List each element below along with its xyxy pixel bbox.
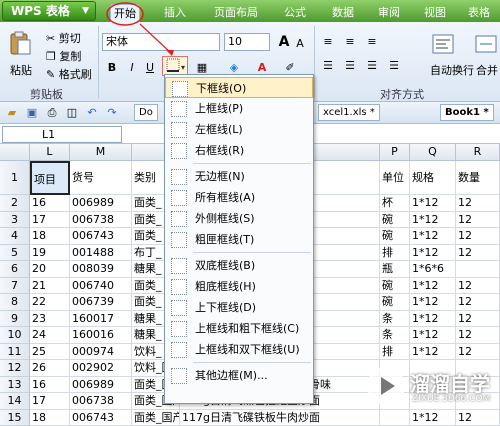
border-menu-item[interactable]: 右框线(R) bbox=[165, 140, 313, 161]
border-menu-item[interactable]: 双底框线(B) bbox=[165, 255, 313, 276]
all-borders-icon bbox=[171, 190, 187, 206]
bottom-border-icon bbox=[172, 81, 188, 97]
border-menu-item[interactable]: 粗底框线(H) bbox=[165, 276, 313, 297]
watermark: 溜溜自学 ZIXUE.3D66.COM bbox=[366, 362, 498, 412]
top-double-bottom-border-icon bbox=[171, 342, 187, 358]
border-menu-item-label: 右框线(R) bbox=[195, 144, 244, 157]
outside-borders-icon bbox=[171, 211, 187, 227]
border-menu-item[interactable]: 下框线(O) bbox=[165, 77, 313, 98]
play-logo-icon bbox=[366, 366, 406, 406]
top-thick-bottom-border-icon bbox=[171, 321, 187, 337]
thick-bottom-border-icon bbox=[171, 279, 187, 295]
right-border-icon bbox=[171, 143, 187, 159]
border-menu-item-label: 粗底框线(H) bbox=[195, 280, 256, 293]
border-menu-item[interactable]: 其他边框(M)... bbox=[165, 365, 313, 386]
border-menu-item-label: 无边框(N) bbox=[195, 170, 245, 183]
watermark-title: 溜溜自学 bbox=[410, 368, 490, 397]
border-menu-item[interactable]: 所有框线(A) bbox=[165, 187, 313, 208]
border-menu-item-label: 上框线和双下框线(U) bbox=[195, 343, 300, 356]
border-menu-item[interactable]: 无边框(N) bbox=[165, 166, 313, 187]
thick-box-border-icon bbox=[171, 232, 187, 248]
border-menu-item[interactable]: 外侧框线(S) bbox=[165, 208, 313, 229]
menu-separator bbox=[193, 163, 311, 164]
border-menu-item[interactable]: 上框线和双下框线(U) bbox=[165, 339, 313, 360]
border-menu-item-label: 双底框线(B) bbox=[195, 259, 255, 272]
border-menu-item-label: 外侧框线(S) bbox=[195, 212, 255, 225]
border-menu-item-label: 粗匣框线(T) bbox=[195, 233, 254, 246]
left-border-icon bbox=[171, 122, 187, 138]
border-menu-item-label: 左框线(L) bbox=[195, 123, 243, 136]
more-borders-icon bbox=[171, 368, 187, 384]
border-menu-item-label: 上下框线(D) bbox=[195, 301, 256, 314]
border-menu-item-label: 下框线(O) bbox=[196, 82, 246, 95]
border-menu-item[interactable]: 左框线(L) bbox=[165, 119, 313, 140]
watermark-url: ZIXUE.3D66.COM bbox=[412, 394, 490, 404]
border-menu-item[interactable]: 上框线(P) bbox=[165, 98, 313, 119]
border-menu-item-label: 上框线(P) bbox=[195, 102, 243, 115]
border-menu-item[interactable]: 上下框线(D) bbox=[165, 297, 313, 318]
border-menu-item[interactable]: 上框线和粗下框线(C) bbox=[165, 318, 313, 339]
border-dropdown-menu: 下框线(O) 上框线(P) 左框线(L) 右框线(R) 无边框(N) 所有框线(A) 外侧框… bbox=[164, 74, 314, 404]
double-bottom-border-icon bbox=[171, 258, 187, 274]
border-menu-item-label: 所有框线(A) bbox=[195, 191, 255, 204]
menu-separator bbox=[193, 362, 311, 363]
border-menu-item-label: 上框线和粗下框线(C) bbox=[195, 322, 299, 335]
border-menu-item[interactable]: 粗匣框线(T) bbox=[165, 229, 313, 250]
border-menu-item-label: 其他边框(M)... bbox=[195, 369, 268, 382]
top-border-icon bbox=[171, 101, 187, 117]
menu-separator bbox=[193, 252, 311, 253]
top-bottom-border-icon bbox=[171, 300, 187, 316]
no-border-icon bbox=[171, 169, 187, 185]
